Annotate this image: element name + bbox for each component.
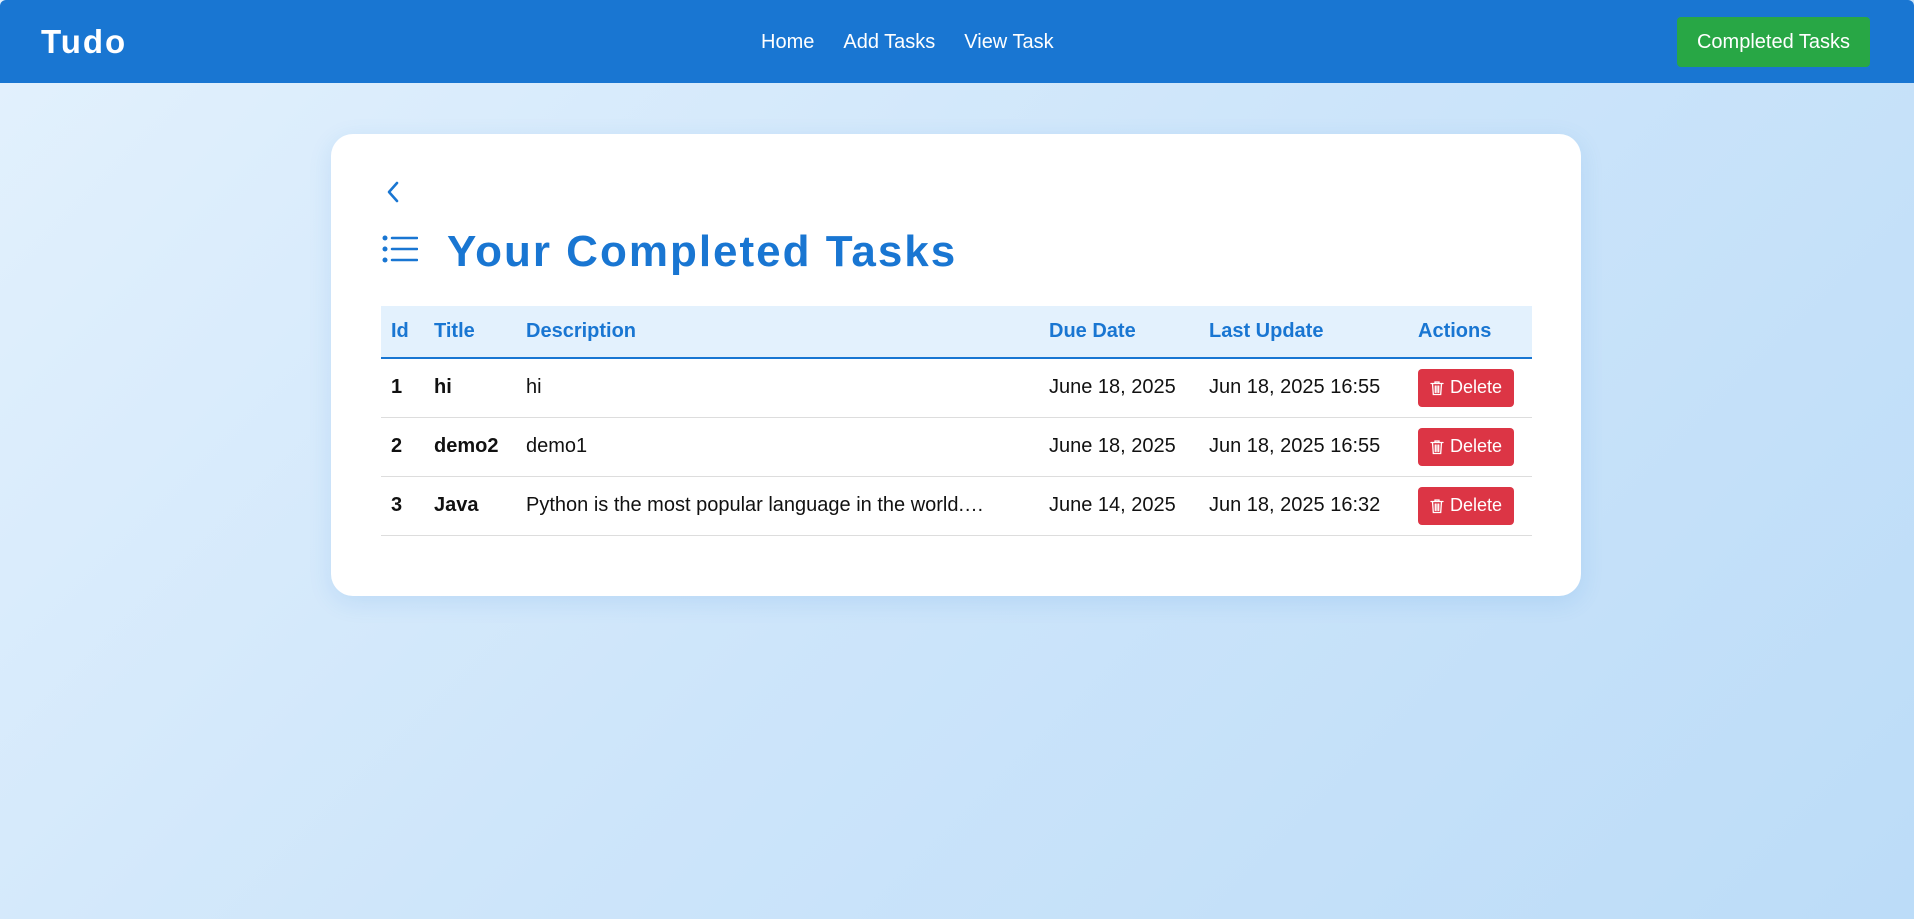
completed-tasks-button[interactable]: Completed Tasks (1677, 17, 1870, 67)
nav-links: Home Add Tasks View Task (761, 26, 1054, 58)
column-header-due-date: Due Date (1039, 306, 1199, 359)
column-header-description: Description (516, 306, 1039, 359)
trash-icon (1430, 380, 1444, 396)
cell-actions: Delete (1408, 476, 1532, 536)
column-header-id: Id (381, 306, 424, 359)
cell-id: 3 (381, 476, 424, 536)
column-header-title: Title (424, 306, 516, 359)
table-row: 1 hi hi June 18, 2025 Jun 18, 2025 16:55… (381, 358, 1532, 418)
cell-id: 2 (381, 417, 424, 477)
brand-logo[interactable]: Tudo (41, 22, 127, 62)
cell-due-date: June 18, 2025 (1039, 358, 1199, 418)
delete-button-label: Delete (1450, 377, 1503, 398)
column-header-last-update: Last Update (1199, 306, 1408, 359)
cell-due-date: June 18, 2025 (1039, 417, 1199, 477)
cell-description: demo1 (516, 417, 1039, 477)
cell-title: Java (424, 476, 516, 536)
nav-link-home[interactable]: Home (761, 26, 814, 58)
nav-link-add-tasks[interactable]: Add Tasks (843, 26, 935, 58)
navbar: Tudo Home Add Tasks View Task Completed … (0, 0, 1914, 83)
trash-icon (1430, 498, 1444, 514)
table-header-row: Id Title Description Due Date Last Updat… (381, 306, 1532, 359)
delete-button[interactable]: Delete (1418, 427, 1515, 466)
page-title: Your Completed Tasks (447, 227, 958, 276)
completed-tasks-table: Id Title Description Due Date Last Updat… (381, 306, 1532, 536)
cell-description: hi (516, 358, 1039, 418)
table-row: 2 demo2 demo1 June 18, 2025 Jun 18, 2025… (381, 417, 1532, 477)
cell-last-update: Jun 18, 2025 16:32 (1199, 476, 1408, 536)
chevron-left-icon[interactable] (381, 177, 405, 207)
cell-last-update: Jun 18, 2025 16:55 (1199, 358, 1408, 418)
cell-title: hi (424, 358, 516, 418)
delete-button[interactable]: Delete (1418, 486, 1515, 525)
nav-link-view-task[interactable]: View Task (964, 26, 1053, 58)
column-header-actions: Actions (1408, 306, 1532, 359)
cell-due-date: June 14, 2025 (1039, 476, 1199, 536)
table-row: 3 Java Python is the most popular langua… (381, 476, 1532, 536)
cell-id: 1 (381, 358, 424, 418)
list-icon (382, 234, 419, 266)
cell-title: demo2 (424, 417, 516, 477)
cell-actions: Delete (1408, 358, 1532, 418)
trash-icon (1430, 439, 1444, 455)
delete-button-label: Delete (1450, 495, 1503, 515)
cell-actions: Delete (1408, 417, 1532, 477)
delete-button-label: Delete (1450, 436, 1503, 456)
cell-last-update: Jun 18, 2025 16:55 (1199, 417, 1408, 477)
cell-description: Python is the most popular language in t… (516, 476, 1039, 536)
delete-button[interactable]: Delete (1418, 368, 1515, 407)
completed-tasks-card: Your Completed Tasks Id Title Descriptio… (331, 134, 1581, 596)
